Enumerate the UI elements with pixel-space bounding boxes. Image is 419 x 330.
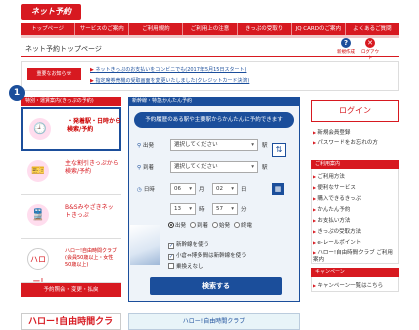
day-suffix: 日	[241, 187, 247, 193]
guide-link-services[interactable]: 便利なサービス	[313, 183, 356, 191]
departure-label: ⚲ 出発	[137, 143, 155, 149]
login-button[interactable]: ログイン	[311, 100, 399, 122]
ticket-icon: 🎫	[27, 160, 49, 182]
forgot-password-link[interactable]: パスワードをお忘れの方	[313, 138, 378, 146]
notice-link-2[interactable]: 指定席券売機の受取画面を変更いたしました(クレジットカード決済)	[90, 77, 249, 84]
nav-item-jqcard[interactable]: JQ CARDのご案内	[292, 23, 346, 35]
guide-link-hello-club[interactable]: ハロー!自由時間クラブ ご利用案内	[313, 249, 397, 264]
page-title: ネット予約トップページ	[25, 45, 102, 53]
history-link[interactable]: 予約履歴のある駅や主要駅からかんたんに予約できます	[134, 112, 294, 128]
hello-club-banner-center[interactable]: ハロー!自由時間クラブ	[128, 313, 300, 330]
menu-tile-label: ・発着駅・日時から検索/予約	[67, 118, 122, 133]
minute-suffix: 分	[241, 207, 247, 213]
checkbox-no-transfer[interactable]: 乗換えなし	[168, 262, 204, 270]
radio-last-train[interactable]: 終電	[234, 221, 252, 229]
step-badge: 1	[9, 85, 25, 101]
checkbox-icon	[168, 263, 174, 269]
arrival-suffix: 駅	[262, 165, 268, 171]
guide-link-points[interactable]: e-レールポイント	[313, 238, 361, 246]
menu-tile-station-date[interactable]: 🕘 ・発着駅・日時から検索/予約	[21, 107, 121, 151]
nav-item-service[interactable]: サービスのご案内	[75, 23, 130, 35]
datetime-label: ◷ 日時	[137, 187, 155, 193]
register-link[interactable]: 新規会員登録	[313, 128, 350, 136]
title-divider	[21, 56, 399, 57]
reservation-inquiry-button[interactable]: 予約照会・変更・払戻	[21, 283, 121, 297]
hello-club-banner[interactable]: ハロー!自由時間クラブ	[21, 313, 121, 330]
radio-first-train[interactable]: 始発	[212, 221, 230, 229]
help-label: 新規作成	[337, 50, 355, 55]
clock-icon: 🕘	[29, 118, 51, 140]
day-select[interactable]: 02	[212, 183, 238, 195]
radio-dot	[190, 222, 196, 228]
search-panel-header: 新幹線・特急かんたん予約	[128, 97, 300, 106]
global-nav: トップページ サービスのご案内 ご利用規約 ご利用上の注意 きっぷの受取り JQ…	[21, 23, 399, 35]
calendar-icon[interactable]: ▦	[272, 183, 284, 195]
radio-dot	[168, 222, 174, 228]
menu-tile-label: 主な割引きっぷから検索/予約	[65, 160, 119, 175]
swap-stations-button[interactable]: ⇅	[272, 143, 286, 157]
checkbox-kokura-hakata[interactable]: ✓ 小倉⇔博多間は新幹線を使う	[168, 251, 247, 260]
nav-item-notes[interactable]: ご利用上の注意	[183, 23, 238, 35]
train-image	[130, 225, 160, 265]
checkbox-shinkansen[interactable]: ✓ 新幹線を使う	[168, 240, 209, 249]
help-icon: ?	[341, 38, 351, 48]
hour-suffix: 時	[199, 207, 205, 213]
menu-header: 特別・運賃案内(きっぷの予約)	[21, 97, 121, 106]
guide-link-pickup[interactable]: きっぷの受取方法	[313, 227, 361, 235]
menu-tile-label: ハロー!自由時間クラブ(会員50歳以上・女性50歳以上)	[65, 248, 118, 268]
guide-link-easy-reserve[interactable]: かんたん予約	[313, 205, 350, 213]
menu-tile-label: B&Sみやざきネットきっぷ	[65, 204, 114, 219]
minute-select[interactable]: 57	[212, 203, 238, 215]
notice-link-1[interactable]: ネットきっぷのお支払いをコンビニでも(2017年5月15日スタート)	[90, 66, 246, 73]
radio-departure[interactable]: 出発	[168, 221, 186, 229]
nav-item-faq[interactable]: よくあるご質問	[346, 23, 399, 35]
departure-station-select[interactable]: 選択してください	[170, 139, 258, 151]
menu-tile-bs[interactable]: 🚆 B&Sみやざきネットきっぷ	[21, 195, 121, 239]
checkbox-icon: ✓	[168, 243, 174, 249]
checkbox-icon: ✓	[168, 254, 174, 260]
campaign-header: キャンペーン	[311, 268, 399, 277]
hour-select[interactable]: 13	[170, 203, 196, 215]
radio-dot	[234, 222, 240, 228]
menu-tile-hello-club[interactable]: ハロー! ハロー!自由時間クラブ(会員50歳以上・女性50歳以上)	[21, 239, 121, 286]
guide-link-usage[interactable]: ご利用方法	[313, 172, 345, 180]
close-icon: ✕	[365, 38, 375, 48]
notice-badge: 重要なお知らせ	[27, 68, 81, 80]
guide-link-tickets[interactable]: 購入できるきっぷ	[313, 194, 361, 202]
departure-suffix: 駅	[262, 143, 268, 149]
hello-club-icon: ハロー!	[27, 248, 49, 286]
nav-item-terms[interactable]: ご利用規約	[129, 23, 184, 35]
arrival-station-select[interactable]: 選択してください	[170, 161, 258, 173]
radio-arrival[interactable]: 到着	[190, 221, 208, 229]
guide-header: ご利用案内	[311, 160, 399, 169]
nav-item-top[interactable]: トップページ	[21, 23, 76, 35]
campaign-link[interactable]: キャンペーン一覧はこちら	[313, 281, 383, 289]
nav-item-pickup[interactable]: きっぷの受取り	[238, 23, 292, 35]
logout-button[interactable]: ✕ ログアウト	[360, 38, 380, 61]
menu-tile-discount[interactable]: 🎫 主な割引きっぷから検索/予約	[21, 151, 121, 195]
site-logo[interactable]: ネット予約	[21, 4, 81, 20]
pin-icon: ⚲	[137, 143, 142, 149]
arrival-label: ⚲ 到着	[137, 165, 155, 171]
search-button[interactable]: 検索する	[150, 277, 282, 295]
pin-icon: ⚲	[137, 165, 142, 171]
train-icon: 🚆	[27, 204, 49, 226]
month-select[interactable]: 06	[170, 183, 196, 195]
clock-icon: ◷	[137, 187, 142, 193]
help-button[interactable]: ? 新規作成	[336, 38, 356, 55]
month-suffix: 月	[199, 187, 205, 193]
radio-dot	[212, 222, 218, 228]
guide-link-payment[interactable]: お支払い方法	[313, 216, 350, 224]
